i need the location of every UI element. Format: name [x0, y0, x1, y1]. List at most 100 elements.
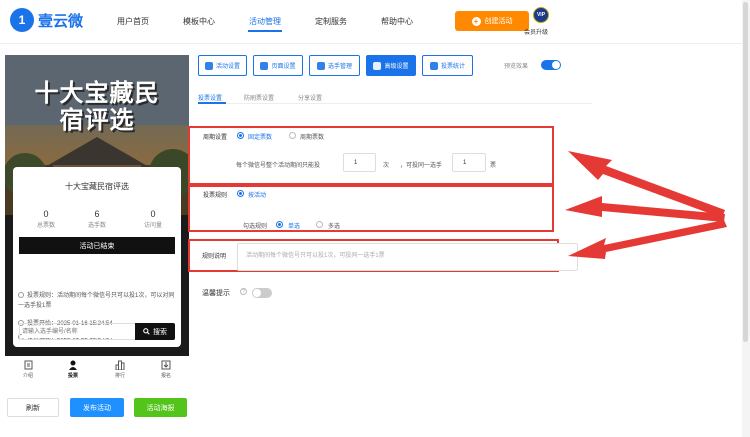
cycle-text-before: 每个微信号整个活动期间只能投	[236, 163, 321, 169]
votes-count-input[interactable]: 1	[343, 153, 376, 172]
gear-icon	[260, 61, 269, 70]
cycle-text-mid: ，可投同一选手	[400, 163, 443, 169]
nav-item-activity[interactable]: 活动管理	[249, 16, 281, 27]
stat-players: 6 选手数	[72, 209, 122, 229]
subtab-vote-settings[interactable]: 投票设置	[198, 93, 222, 102]
tab-label: 页面设置	[271, 64, 296, 70]
tab-label: 投票	[67, 373, 78, 379]
status-banner: 活动已结束	[19, 237, 175, 254]
sliders-icon	[373, 61, 382, 70]
stat-label: 总票数	[36, 223, 55, 229]
rule-description-textarea[interactable]: 活动期间每个微信号只可以投1次，可投同一选手1票	[237, 243, 578, 271]
toggle-knob	[253, 289, 261, 297]
search-button-label: 搜索	[153, 328, 167, 336]
poster-title-line1: 十大宝藏民	[34, 78, 160, 107]
stat-value: 0	[150, 209, 156, 219]
toggle-knob	[552, 61, 560, 69]
refresh-button[interactable]: 刷新	[7, 398, 59, 417]
tab-page-settings[interactable]: 页面设置	[253, 55, 303, 76]
check-rule-label: 勾选规则	[243, 224, 268, 230]
tab-label: 高级设置	[384, 64, 409, 70]
poster-button[interactable]: 活动海报	[134, 398, 187, 417]
bar-chart-icon	[429, 61, 438, 70]
radio-fixed-votes-label[interactable]: 固定票数	[248, 132, 272, 141]
brand-name: 壹云微	[38, 12, 84, 30]
radio-multiple[interactable]	[316, 221, 323, 228]
stat-visits: 0 访问量	[128, 209, 178, 229]
create-activity-label: 创建活动	[484, 18, 513, 25]
arrow-icon	[565, 196, 725, 222]
search-icon	[143, 328, 150, 335]
rule-description-label: 规则说明	[202, 254, 227, 260]
nav-item-templates[interactable]: 模板中心	[183, 16, 215, 27]
nav-item-custom[interactable]: 定制服务	[315, 16, 347, 27]
gear-icon	[204, 61, 213, 70]
radio-single-label[interactable]: 单选	[288, 221, 300, 230]
logo[interactable]: 1 壹云微	[10, 8, 83, 32]
tab-intro[interactable]: 介绍	[10, 360, 46, 379]
unit-votes: 票	[490, 163, 497, 169]
vip-icon: VIP	[533, 7, 549, 23]
stat-label: 访问量	[143, 223, 162, 229]
arrow-icon	[568, 151, 725, 218]
plus-icon: +	[471, 16, 481, 26]
tab-label: 报名	[160, 373, 171, 379]
radio-fixed-votes[interactable]	[237, 132, 244, 139]
mobile-preview: 十大宝藏民 宿评选 十大宝藏民宿评选 0 总票数 6 选手数 0 访问量 活动已…	[5, 55, 189, 385]
publish-button[interactable]: 发布活动	[70, 398, 124, 417]
radio-multiple-label[interactable]: 多选	[328, 221, 340, 230]
player-search: 搜索	[19, 323, 175, 340]
card-title: 十大宝藏民宿评选	[65, 182, 129, 191]
ranking-icon	[115, 360, 125, 370]
preview-effect-toggle[interactable]	[541, 60, 561, 70]
arrow-icon	[568, 220, 727, 259]
tip-toggle[interactable]	[252, 288, 272, 298]
document-icon	[24, 360, 32, 370]
same-player-input[interactable]: 1	[452, 153, 486, 172]
vip-upgrade-label[interactable]: 会员升级	[524, 27, 548, 36]
tab-ranking[interactable]: 排行	[102, 360, 138, 379]
subtab-active-underline	[198, 102, 226, 104]
subtab-share-settings[interactable]: 分享设置	[298, 93, 322, 102]
tab-signup[interactable]: 报名	[148, 360, 184, 379]
stat-value: 0	[43, 209, 49, 219]
tab-vote[interactable]: 投票	[55, 360, 91, 379]
tip-label: 温馨提示	[202, 290, 230, 297]
logo-mark-icon: 1	[10, 8, 34, 32]
radio-by-activity-label[interactable]: 按活动	[248, 190, 266, 199]
download-icon	[161, 360, 171, 370]
help-icon[interactable]: ?	[240, 288, 247, 295]
radio-single[interactable]	[276, 221, 283, 228]
tab-player-management[interactable]: 选手管理	[309, 55, 360, 76]
tab-vote-statistics[interactable]: 投票统计	[422, 55, 473, 76]
mobile-tabbar: 介绍 投票 排行 报名	[5, 356, 189, 386]
cycle-settings-label: 周期设置	[203, 135, 228, 141]
tab-label: 活动设置	[215, 64, 240, 70]
search-input[interactable]	[22, 326, 132, 338]
vote-rule-label: 投票规则	[203, 193, 228, 199]
poster-title-line2: 宿评选	[59, 105, 135, 134]
nav-item-home[interactable]: 用户首页	[117, 16, 149, 27]
preview-effect-label: 预览效果	[504, 64, 529, 70]
users-icon	[316, 61, 325, 70]
create-activity-button[interactable]: + 创建活动	[455, 11, 529, 31]
nav-item-help[interactable]: 帮助中心	[381, 16, 413, 27]
stat-value: 6	[94, 209, 100, 219]
subtab-divider	[198, 103, 592, 104]
stat-label: 选手数	[87, 223, 106, 229]
vip-upgrade[interactable]: VIP	[530, 7, 552, 23]
nav-active-underline	[248, 30, 282, 32]
poster-title: 十大宝藏民 宿评选	[5, 79, 189, 133]
subtab-anti-fraud[interactable]: 防刷票设置	[244, 93, 274, 102]
radio-by-activity[interactable]	[237, 190, 244, 197]
search-button[interactable]: 搜索	[135, 323, 175, 340]
person-icon	[69, 360, 77, 370]
tab-activity-settings[interactable]: 活动设置	[198, 55, 247, 76]
info-icon	[18, 292, 24, 298]
radio-cycle-votes[interactable]	[289, 132, 296, 139]
stat-total-votes: 0 总票数	[21, 209, 71, 229]
activity-card: 十大宝藏民宿评选 0 总票数 6 选手数 0 访问量 活动已结束 投票开始：20…	[13, 167, 181, 347]
page-scrollbar-thumb[interactable]	[743, 2, 748, 342]
tab-advanced-settings[interactable]: 高级设置	[366, 55, 416, 76]
radio-cycle-votes-label[interactable]: 周期票数	[300, 132, 324, 141]
